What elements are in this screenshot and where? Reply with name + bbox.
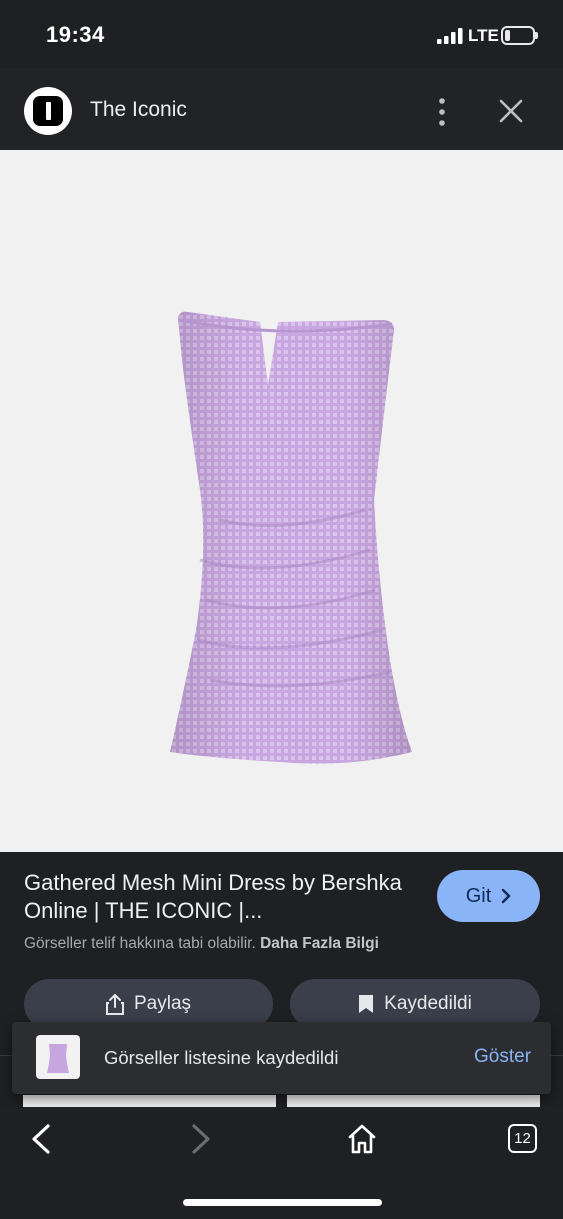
saved-label: Kaydedildi [384,993,472,1014]
home-indicator [183,1199,382,1206]
home-icon[interactable] [346,1123,378,1155]
back-arrow-icon[interactable] [28,1123,54,1155]
network-label: LTE [468,26,499,45]
share-label: Paylaş [133,993,192,1014]
result-title[interactable]: Gathered Mesh Mini Dress by Bershka Onli… [24,869,404,925]
forward-arrow-icon[interactable] [188,1123,214,1155]
signal-icon [437,28,463,44]
more-vertical-icon[interactable] [430,96,454,128]
share-icon [105,994,124,1015]
app-header [0,68,563,150]
dress-image [170,311,412,764]
related-image-thumbnail[interactable] [287,1095,540,1107]
status-time: 19:34 [46,22,105,47]
copyright-text: Görseller telif hakkına tabi olabilir. [24,935,256,952]
visit-label: Git [465,884,492,907]
tabs-count-button[interactable]: 12 [508,1124,537,1153]
battery-level [505,30,510,41]
battery-icon [501,26,538,45]
site-logo [24,87,72,135]
close-icon[interactable] [498,98,524,124]
copyright-notice: Görseller telif hakkına tabi olabilir. D… [24,935,379,953]
toast-show-button[interactable]: Göster [474,1046,531,1068]
toast-message: Görseller listesine kaydedildi [104,1047,339,1068]
related-image-thumbnail[interactable] [23,1095,276,1107]
visit-button[interactable]: Git [437,870,540,922]
bookmark-icon [359,995,374,1013]
chevron-right-icon [502,888,511,904]
more-info-link[interactable]: Daha Fazla Bilgi [260,935,379,952]
toast-thumbnail [36,1035,80,1079]
site-title: The Iconic [90,98,187,121]
